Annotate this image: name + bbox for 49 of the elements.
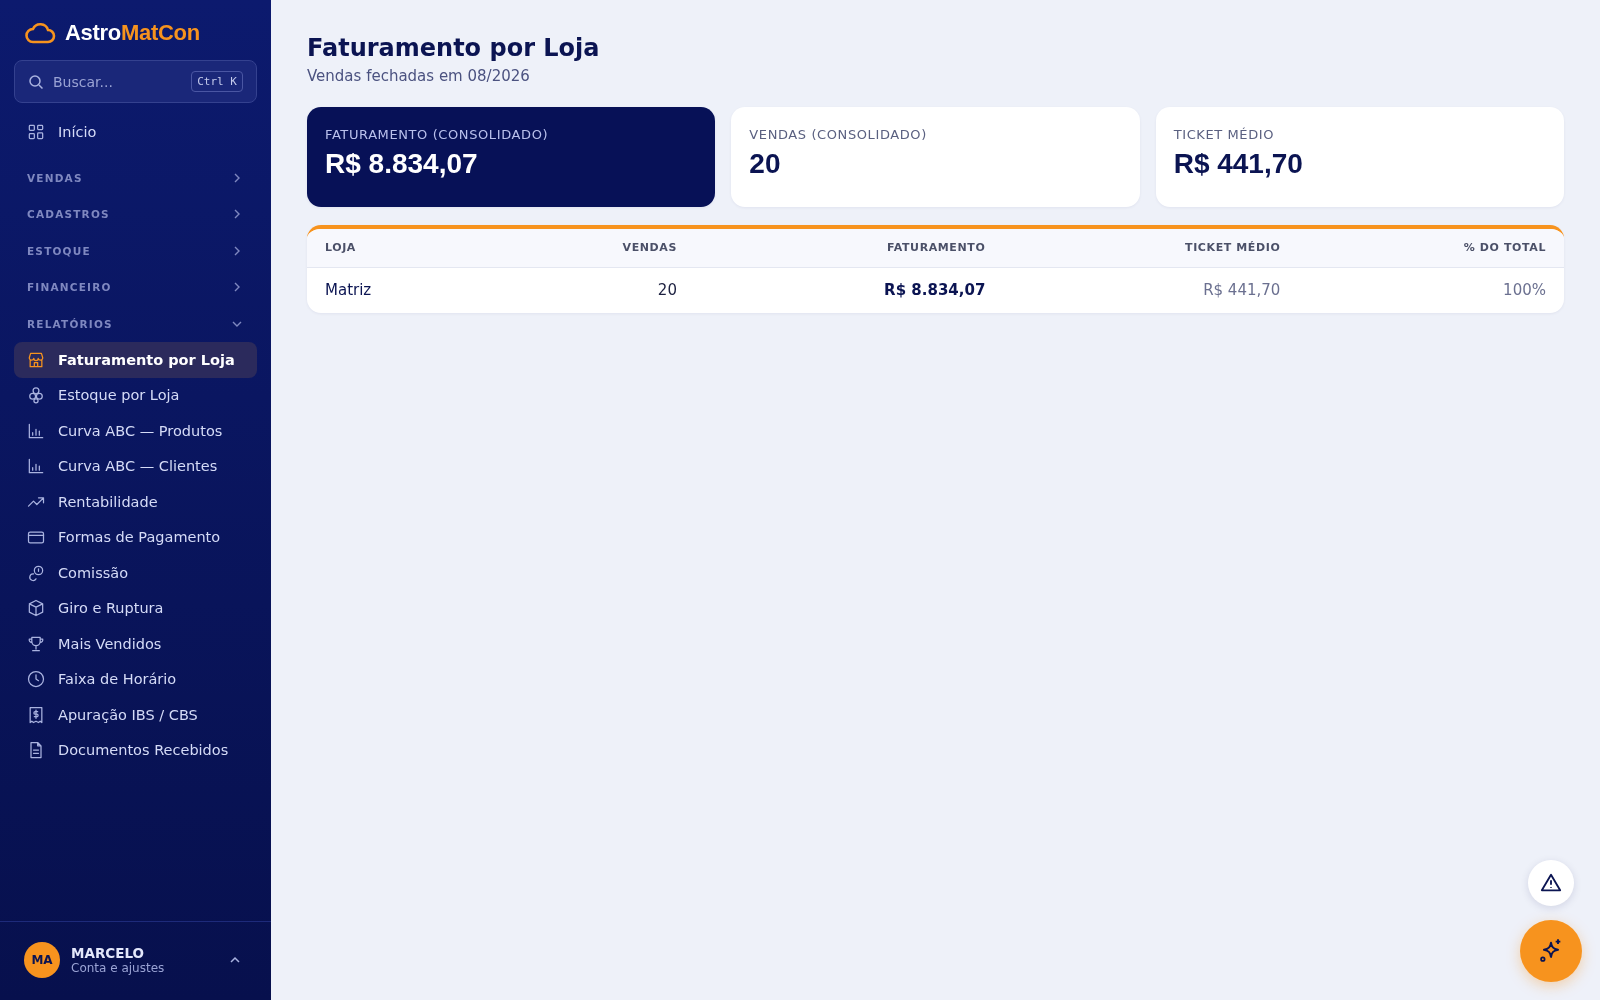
nav-item[interactable]: Curva ABC — Clientes [14, 448, 257, 484]
kpi-label: FATURAMENTO (CONSOLIDADO) [325, 127, 550, 142]
cloud-icon [24, 21, 56, 45]
section-header[interactable]: VENDAS [14, 159, 257, 196]
nav-item[interactable]: Faturamento por Loja [14, 342, 257, 378]
kpi-label: TICKET MÉDIO [1173, 127, 1276, 142]
column-header: LOJA [307, 229, 492, 267]
page-title: Faturamento por Loja [307, 34, 601, 62]
blocks-icon [26, 385, 46, 406]
nav-item[interactable]: Mais Vendidos [14, 626, 257, 662]
nav-item[interactable]: Documentos Recebidos [14, 732, 257, 768]
kpi-value: 20 [749, 148, 782, 180]
nav-item[interactable]: Início [14, 114, 257, 150]
warning-button[interactable] [1528, 860, 1574, 906]
nav-item[interactable]: Estoque por Loja [14, 377, 257, 413]
nav-item[interactable]: Apuração IBS / CBS [14, 697, 257, 733]
user-name: MARCELO [71, 945, 145, 961]
shortcut-hint: Ctrl K [191, 71, 243, 92]
nav-item[interactable]: Formas de Pagamento [14, 519, 257, 555]
package-icon [26, 598, 46, 619]
kpi-value: R$ 441,70 [1173, 148, 1304, 180]
kpi-label: VENDAS (CONSOLIDADO) [749, 127, 928, 142]
nav-item[interactable]: Giro e Ruptura [14, 590, 257, 626]
column-header: VENDAS [491, 229, 695, 267]
assistant-button[interactable] [1520, 920, 1582, 982]
page-subtitle: Vendas fechadas em 08/2026 [307, 67, 531, 85]
column-header: TICKET MÉDIO [1003, 229, 1299, 267]
table-cell: 20 [491, 267, 695, 313]
warning-icon [1540, 872, 1562, 894]
column-header: % DO TOTAL [1298, 229, 1564, 267]
clock-icon [26, 669, 46, 690]
section-header[interactable]: FINANCEIRO [14, 269, 257, 306]
table-cell: R$ 8.834,07 [694, 267, 1004, 313]
column-header: FATURAMENTO [694, 229, 1004, 267]
table-cell: R$ 441,70 [1003, 267, 1299, 313]
section-header[interactable]: CADASTROS [14, 196, 257, 233]
nav-item[interactable]: Curva ABC — Produtos [14, 413, 257, 449]
section-header[interactable]: ESTOQUE [14, 232, 257, 269]
nav-item[interactable]: Comissão [14, 555, 257, 591]
user-menu[interactable]: MA MARCELO Conta e ajustes [0, 921, 271, 1000]
kpi-value: R$ 8.834,07 [325, 148, 479, 180]
nav-item[interactable]: Rentabilidade [14, 484, 257, 520]
brand-name: AstroMatCon [65, 20, 200, 46]
user-subtitle: Conta e ajustes [71, 961, 166, 975]
section-header[interactable]: RELATÓRIOS [14, 305, 257, 342]
avatar: MA [24, 942, 60, 978]
nav-item[interactable]: Faixa de Horário [14, 661, 257, 697]
table-cell: 100% [1298, 267, 1564, 313]
table-cell: Matriz [307, 267, 492, 313]
